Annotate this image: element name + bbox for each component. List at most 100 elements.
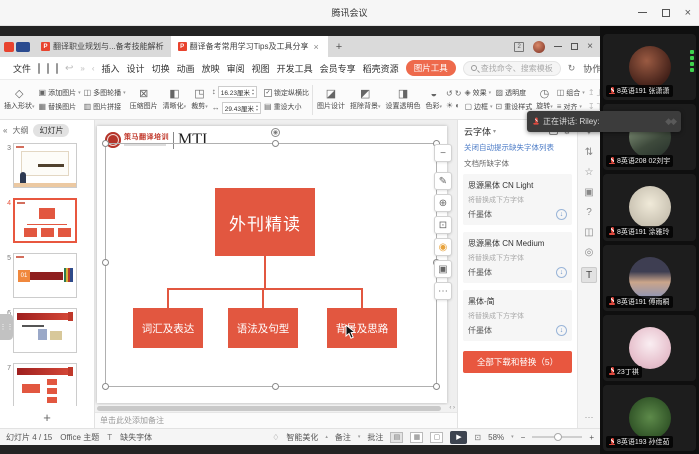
insert-shape-button[interactable]: ◇ 插入形状▾ — [3, 88, 36, 111]
height-spinner[interactable]: ▴▾ — [252, 88, 254, 96]
wps-maximize-icon[interactable] — [571, 43, 578, 50]
favorites-star-icon[interactable]: ☆ — [585, 167, 594, 178]
set-transparent-button[interactable]: ◨ 设置透明色 — [385, 88, 422, 111]
print-icon[interactable] — [47, 63, 49, 74]
tab-close-icon[interactable]: × — [312, 42, 321, 52]
contrast-icon[interactable]: ◐ — [455, 102, 460, 110]
minimize-icon[interactable] — [638, 12, 647, 13]
page-drag-handle[interactable]: ⋮⋮ — [0, 314, 13, 340]
participant-video[interactable]: 8英语191 张潇潇 — [603, 34, 696, 100]
new-tab-button[interactable]: + — [328, 36, 350, 57]
download-replace-all-button[interactable]: 全部下载和替换（5） — [463, 351, 572, 373]
copy-icon[interactable]: ▣ — [434, 260, 452, 278]
wps-minimize-icon[interactable] — [554, 46, 562, 47]
zoom-in-button[interactable]: + — [589, 433, 594, 442]
border-button[interactable]: ▢ 边框▾ — [464, 102, 492, 112]
zoom-slider[interactable] — [532, 436, 582, 438]
add-slide-button[interactable]: + — [0, 406, 94, 428]
idea-lightbulb-icon[interactable]: ◉ — [434, 238, 452, 256]
save-icon[interactable] — [38, 63, 40, 74]
width-field[interactable]: ↔ 29.43厘米 ▴▾ — [212, 102, 261, 114]
normal-view-icon[interactable]: ▤ — [390, 432, 403, 443]
reading-view-icon[interactable]: ▢ — [430, 432, 443, 443]
effects-button[interactable]: ◈ 效果▾ — [464, 88, 492, 98]
crop-tool-icon[interactable]: ⊡ — [434, 216, 452, 234]
selection-handle[interactable] — [433, 383, 440, 390]
window-layout-icon[interactable]: 2 — [514, 42, 524, 52]
account-avatar[interactable] — [533, 41, 545, 53]
beautify-button[interactable]: 智能美化 — [286, 432, 318, 443]
fonts-panel-toggle[interactable]: T — [581, 267, 597, 283]
slide-page[interactable]: 策马翻译培训 MTI ◉ — [97, 126, 447, 403]
download-cloud-icon[interactable]: ↓ — [556, 325, 567, 336]
sorter-view-icon[interactable]: ▦ — [410, 432, 423, 443]
slide-thumbnail-4-selected[interactable] — [13, 198, 77, 243]
replace-picture-button[interactable]: ▦ 替换图片 — [39, 102, 81, 112]
width-spinner[interactable]: ▴▾ — [256, 104, 258, 112]
maximize-icon[interactable] — [662, 9, 670, 17]
height-field[interactable]: ↕ 16.23厘米 ▴▾ — [212, 86, 261, 98]
selection-handle[interactable] — [102, 140, 109, 147]
diagram-child-box[interactable]: 背景及思路 — [327, 308, 397, 348]
participant-video[interactable]: 23丁祺 — [603, 315, 696, 381]
menu-slideshow[interactable]: 放映 — [202, 62, 220, 75]
reset-size-button[interactable]: ▤ 重设大小 — [264, 102, 309, 112]
clarify-button[interactable]: ◧ 清晰化▾ — [162, 88, 188, 111]
slideshow-play-button[interactable]: ▶ — [450, 431, 467, 444]
selection-handle[interactable] — [272, 383, 279, 390]
crop-button[interactable]: ◳ 裁剪▾ — [190, 88, 209, 111]
collapse-chevron-icon[interactable]: ‹ — [92, 64, 95, 73]
picture-stitch-button[interactable]: ▥ 图片拼接 — [84, 102, 126, 112]
group-button[interactable]: ◫ 组合▾ — [557, 88, 585, 98]
lock-ratio-checkbox[interactable]: ✓ 锁定纵横比 — [264, 88, 309, 98]
rotate-button[interactable]: ◷ 旋转▾ — [535, 88, 554, 111]
missing-fonts-label[interactable]: 缺失字体 — [120, 432, 152, 443]
color-button[interactable]: ◒ 色彩▾ — [425, 88, 444, 111]
menu-transition[interactable]: 切换 — [152, 62, 170, 75]
collapse-toolbar-icon[interactable]: − — [434, 144, 452, 162]
compress-picture-button[interactable]: ⊠ 压缩图片 — [129, 88, 159, 111]
selection-handle[interactable] — [272, 140, 279, 147]
zoom-icon[interactable]: ⊕ — [434, 194, 452, 212]
sync-icon[interactable]: ↻ — [568, 63, 576, 74]
multi-carousel-button[interactable]: ◫ 多图轮播▾ — [84, 88, 126, 98]
align-button[interactable]: ≡ 对齐▾ — [557, 102, 585, 112]
help-icon[interactable]: ? — [586, 207, 592, 218]
menu-review[interactable]: 审阅 — [227, 62, 245, 75]
slide-thumbnail-7[interactable] — [13, 363, 77, 406]
wps-home-button[interactable] — [0, 36, 34, 57]
panel-dropdown-icon[interactable]: ▾ — [493, 128, 496, 135]
diagram-child-box[interactable]: 语法及句型 — [228, 308, 298, 348]
participant-video[interactable]: 8英语191 涂雅玲 — [603, 174, 696, 240]
notes-button[interactable]: 备注 — [335, 432, 351, 443]
tab-outline[interactable]: 大纲 — [12, 125, 28, 136]
menu-insert[interactable]: 插入 — [102, 62, 120, 75]
panes-icon[interactable]: ▣ — [584, 187, 593, 198]
participant-video[interactable]: 8英语193 孙佳茹 — [603, 385, 696, 451]
close-icon[interactable]: × — [685, 8, 691, 18]
tips-icon[interactable]: ◎ — [585, 247, 594, 258]
undo-icon[interactable]: ↩ — [65, 63, 73, 74]
download-cloud-icon[interactable]: ↓ — [556, 267, 567, 278]
edit-icon[interactable]: ✎ — [434, 172, 452, 190]
menu-view[interactable]: 视图 — [252, 62, 270, 75]
theme-name[interactable]: Office 主题 — [60, 432, 99, 443]
overflow-chevron-icon[interactable]: » — [80, 64, 84, 73]
rotate-right-icon[interactable]: ↻ — [455, 90, 462, 98]
bring-forward-button[interactable]: ↥ 上移一层▾ — [588, 88, 600, 98]
reset-style-button[interactable]: ⊡ 重设样式 — [496, 102, 533, 112]
menu-design[interactable]: 设计 — [127, 62, 145, 75]
picture-tools-tab[interactable]: 图片工具 — [406, 60, 456, 76]
transparency-button[interactable]: ▨ 透明度 — [496, 88, 533, 98]
notes-bar[interactable]: 单击此处添加备注 — [95, 412, 457, 428]
disable-tip-link[interactable]: 关闭自动提示缺失字体列表 — [458, 142, 577, 158]
slide-thumbnail-5[interactable]: 01 — [13, 253, 77, 298]
comments-button[interactable]: 批注 — [367, 432, 383, 443]
menu-resources[interactable]: 稻壳资源 — [363, 62, 399, 75]
command-search-box[interactable]: 查找命令、搜索模板 — [463, 61, 561, 76]
sidebar-more-icon[interactable]: ⋯ — [585, 412, 594, 423]
picture-design-button[interactable]: ◪ 图片设计 — [316, 88, 346, 111]
participant-video[interactable]: 8英语191 傅雨桐 — [603, 245, 696, 311]
selection-handle[interactable] — [102, 259, 109, 266]
slide-thumbnail-3[interactable] — [13, 143, 77, 188]
